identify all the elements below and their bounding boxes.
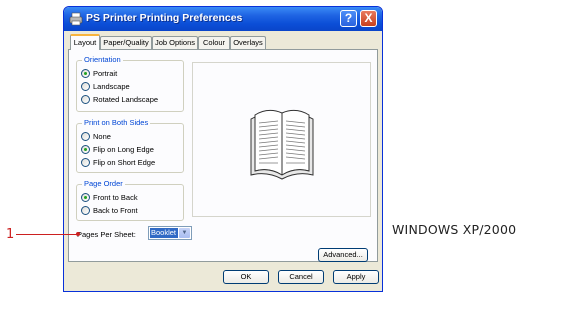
- radio-icon[interactable]: [81, 158, 90, 167]
- print-both-sides-group: Print on Both Sides None Flip on Long Ed…: [76, 118, 184, 173]
- os-label: WINDOWS XP/2000: [392, 222, 517, 237]
- radio-selected-icon[interactable]: [81, 145, 90, 154]
- orientation-group-title: Orientation: [82, 55, 123, 64]
- title-bar[interactable]: PS Printer Printing Preferences ? X: [64, 7, 382, 31]
- help-button[interactable]: ?: [340, 10, 357, 27]
- print-both-sides-group-title: Print on Both Sides: [82, 118, 151, 127]
- portrait-label: Portrait: [93, 69, 118, 78]
- radio-icon[interactable]: [81, 95, 90, 104]
- ok-button[interactable]: OK: [223, 270, 269, 284]
- callout-line: [16, 234, 78, 235]
- pages-per-sheet-value: Booklet: [150, 228, 178, 238]
- pages-per-sheet-label: Pages Per Sheet:: [77, 230, 136, 239]
- radio-icon[interactable]: [81, 132, 90, 141]
- printer-icon: [69, 12, 83, 26]
- back-to-front-label: Back to Front: [93, 206, 138, 215]
- tab-layout[interactable]: Layout: [70, 34, 100, 50]
- flip-short-edge-label: Flip on Short Edge: [93, 158, 156, 167]
- window-title: PS Printer Printing Preferences: [86, 12, 243, 24]
- tab-job-options[interactable]: Job Options: [152, 36, 198, 49]
- callout-number: 1: [6, 227, 15, 242]
- radio-selected-icon[interactable]: [81, 193, 90, 202]
- close-button[interactable]: X: [360, 10, 377, 27]
- cancel-button[interactable]: Cancel: [278, 270, 324, 284]
- layout-preview: [192, 62, 371, 217]
- page-order-group-title: Page Order: [82, 179, 125, 188]
- orientation-group: Orientation Portrait Landscape Rotated L…: [76, 55, 184, 112]
- apply-button[interactable]: Apply: [333, 270, 379, 284]
- booklet-icon: [250, 109, 314, 180]
- printing-preferences-dialog: PS Printer Printing Preferences ? X Layo…: [63, 6, 383, 292]
- tab-overlays[interactable]: Overlays: [230, 36, 266, 49]
- layout-panel: Orientation Portrait Landscape Rotated L…: [68, 49, 378, 262]
- landscape-label: Landscape: [93, 82, 130, 91]
- page-order-group: Page Order Front to Back Back to Front: [76, 179, 184, 221]
- radio-icon[interactable]: [81, 206, 90, 215]
- chevron-down-icon[interactable]: ▼: [179, 228, 190, 238]
- tab-paper-quality[interactable]: Paper/Quality: [100, 36, 152, 49]
- tab-colour[interactable]: Colour: [198, 36, 230, 49]
- rotated-landscape-label: Rotated Landscape: [93, 95, 159, 104]
- flip-long-edge-label: Flip on Long Edge: [93, 145, 154, 154]
- front-to-back-label: Front to Back: [93, 193, 138, 202]
- advanced-button[interactable]: Advanced...: [318, 248, 368, 262]
- none-label: None: [93, 132, 111, 141]
- radio-selected-icon[interactable]: [81, 69, 90, 78]
- callout-dot: [76, 232, 80, 236]
- pages-per-sheet-select[interactable]: Booklet ▼: [148, 226, 192, 240]
- radio-icon[interactable]: [81, 82, 90, 91]
